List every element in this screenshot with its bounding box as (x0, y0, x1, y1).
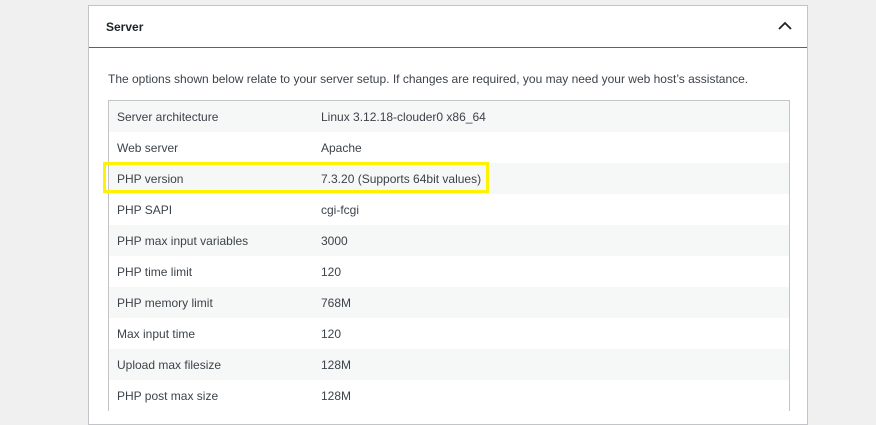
row-label: PHP memory limit (117, 296, 213, 310)
row-label: Upload max filesize (117, 358, 222, 372)
section-description: The options shown below relate to your s… (108, 72, 749, 86)
row-value: cgi-fcgi (321, 203, 360, 217)
table-row: PHP post max size 128M (109, 380, 789, 411)
row-label: Max input time (117, 327, 196, 341)
table-row: PHP SAPI cgi-fcgi (109, 194, 789, 225)
row-label: Server architecture (117, 110, 219, 124)
table-row: PHP max input variables 3000 (109, 225, 789, 256)
row-label: PHP version (117, 172, 184, 186)
row-label: PHP max input variables (117, 234, 249, 248)
row-value: 3000 (321, 234, 348, 248)
server-section-header[interactable]: Server (89, 6, 807, 48)
table-row: Upload max filesize 128M (109, 349, 789, 380)
row-value: 768M (321, 296, 352, 310)
row-label: PHP SAPI (117, 203, 173, 217)
row-value: 120 (321, 265, 342, 279)
row-label: Web server (117, 141, 179, 155)
row-value: 7.3.20 (Supports 64bit values) (321, 172, 482, 186)
table-row: PHP time limit 120 (109, 256, 789, 287)
row-value: 128M (321, 358, 352, 372)
table-row: Web server Apache (109, 132, 789, 163)
section-title: Server (106, 20, 144, 34)
row-value: Apache (321, 141, 362, 155)
row-label: PHP time limit (117, 265, 193, 279)
chevron-up-icon[interactable] (777, 18, 793, 34)
row-value: Linux 3.12.18-clouder0 x86_64 (321, 110, 486, 124)
table-row: Max input time 120 (109, 318, 789, 349)
table-row: Server architecture Linux 3.12.18-cloude… (109, 101, 789, 132)
table-row: PHP memory limit 768M (109, 287, 789, 318)
server-info-table: Server architecture Linux 3.12.18-cloude… (108, 100, 790, 411)
server-panel: Server The options shown below relate to… (88, 5, 808, 425)
table-row: PHP version 7.3.20 (Supports 64bit value… (109, 163, 789, 194)
row-label: PHP post max size (117, 389, 219, 403)
row-value: 128M (321, 389, 352, 403)
row-value: 120 (321, 327, 342, 341)
